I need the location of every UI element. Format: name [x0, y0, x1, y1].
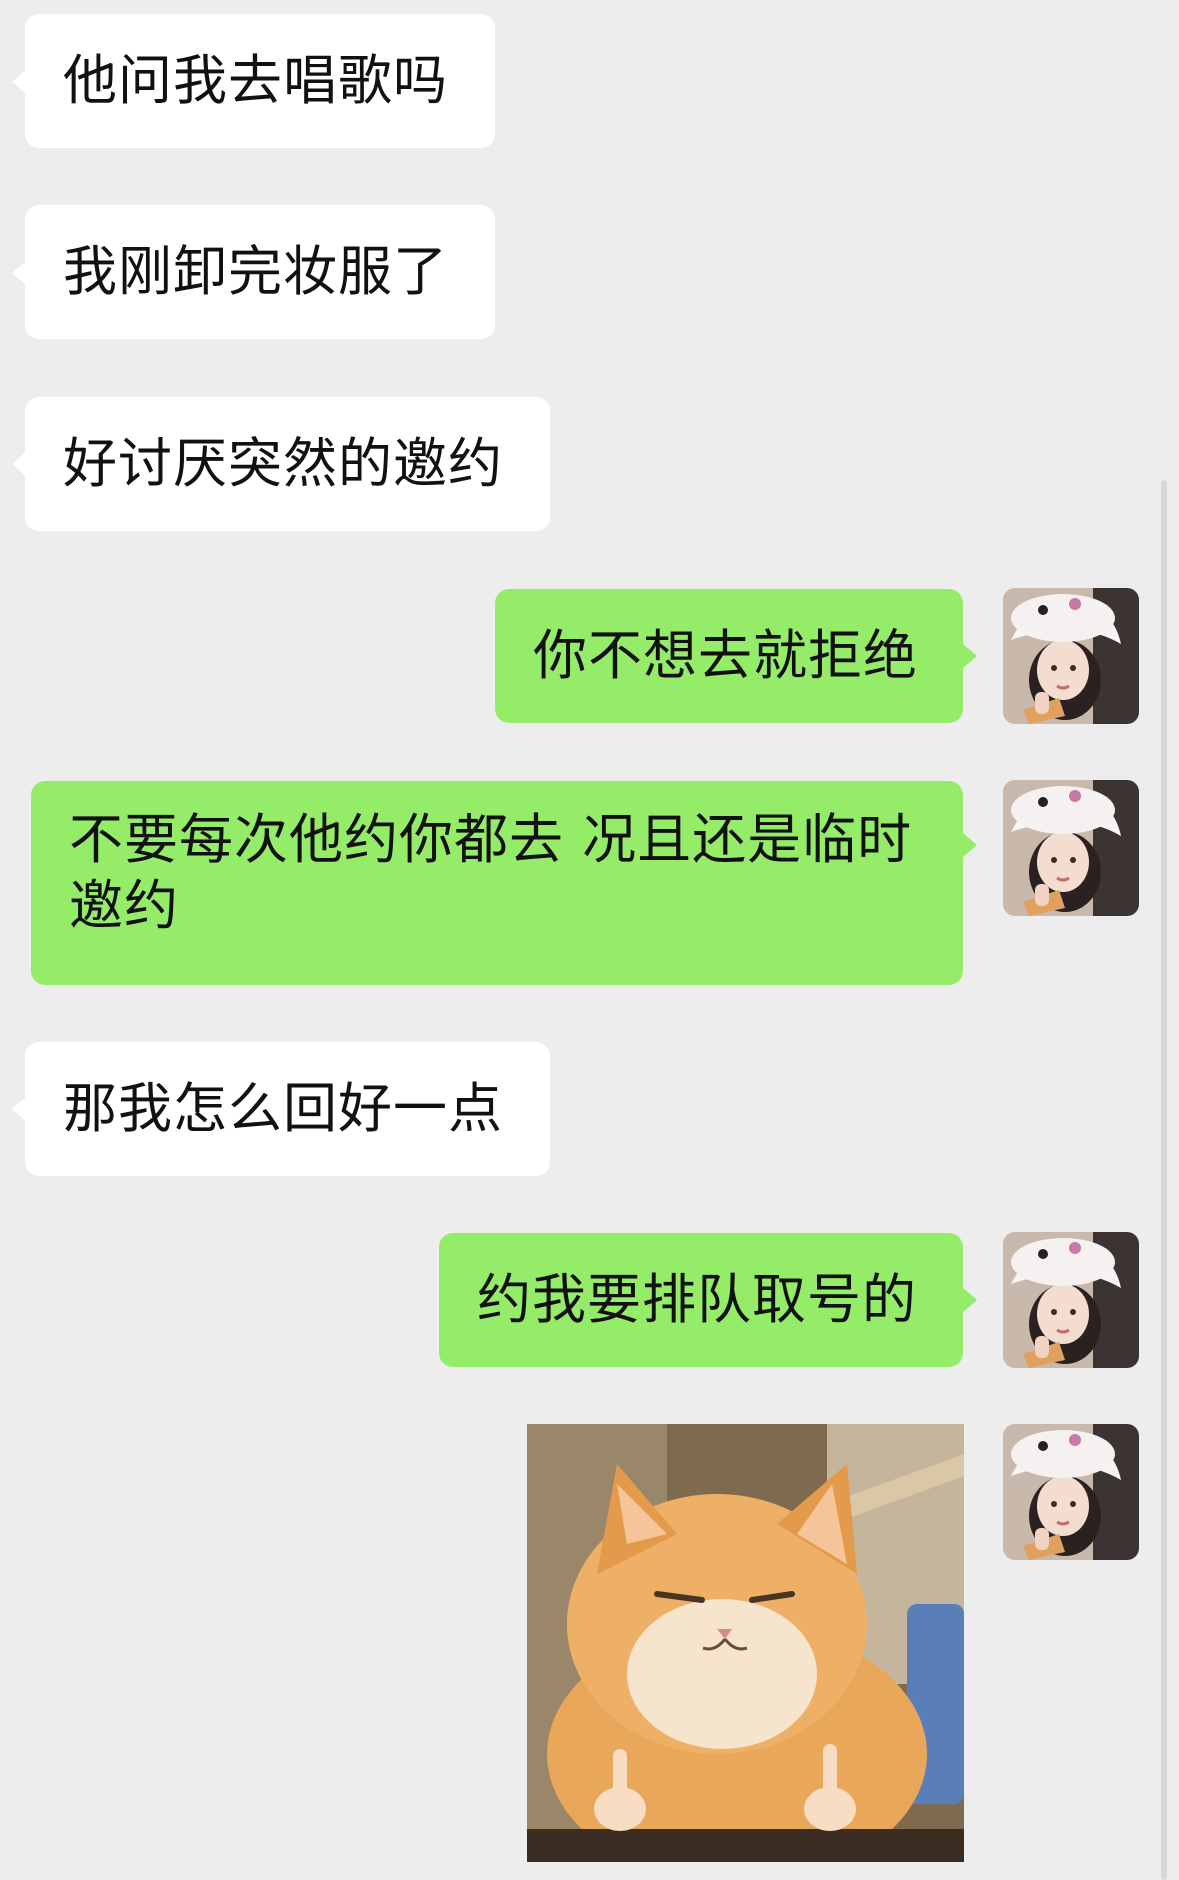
bubble-tail: [963, 644, 977, 668]
outgoing-message-bubble[interactable]: 约我要排队取号的: [439, 1233, 963, 1367]
avatar[interactable]: [1003, 1232, 1139, 1368]
avatar-girl-icon: [1003, 780, 1139, 916]
avatar[interactable]: [1003, 588, 1139, 724]
avatar-girl-icon: [1003, 588, 1139, 724]
chat-window: 他问我去唱歌吗 我刚卸完妆服了 好讨厌突然的邀约 你不想去就拒绝 不要每次他约你…: [0, 0, 1179, 1880]
message-text: 好讨厌突然的邀约: [63, 432, 503, 495]
bubble-tail: [12, 70, 26, 94]
outgoing-message-bubble[interactable]: 不要每次他约你都去 况且还是临时邀约: [31, 781, 963, 985]
bubble-tail: [12, 261, 26, 285]
incoming-message-bubble[interactable]: 那我怎么回好一点: [25, 1042, 550, 1176]
message-text: 不要每次他约你都去 况且还是临时邀约: [69, 808, 913, 937]
bubble-tail: [12, 452, 26, 476]
bubble-tail: [12, 1097, 26, 1121]
bubble-tail: [963, 833, 977, 857]
image-message[interactable]: [527, 1424, 964, 1862]
avatar[interactable]: [1003, 1424, 1139, 1560]
scrollbar[interactable]: [1161, 480, 1167, 1880]
message-text: 他问我去唱歌吗: [63, 49, 448, 112]
message-text: 我刚卸完妆服了: [63, 240, 448, 303]
cat-sticker-icon: [527, 1424, 964, 1862]
incoming-message-bubble[interactable]: 好讨厌突然的邀约: [25, 397, 550, 531]
incoming-message-bubble[interactable]: 我刚卸完妆服了: [25, 205, 495, 339]
avatar[interactable]: [1003, 780, 1139, 916]
message-text: 你不想去就拒绝: [533, 624, 918, 687]
message-text: 约我要排队取号的: [477, 1268, 917, 1331]
avatar-girl-icon: [1003, 1424, 1139, 1560]
avatar-girl-icon: [1003, 1232, 1139, 1368]
message-text: 那我怎么回好一点: [63, 1077, 503, 1140]
incoming-message-bubble[interactable]: 他问我去唱歌吗: [25, 14, 495, 148]
bubble-tail: [963, 1288, 977, 1312]
outgoing-message-bubble[interactable]: 你不想去就拒绝: [495, 589, 963, 723]
